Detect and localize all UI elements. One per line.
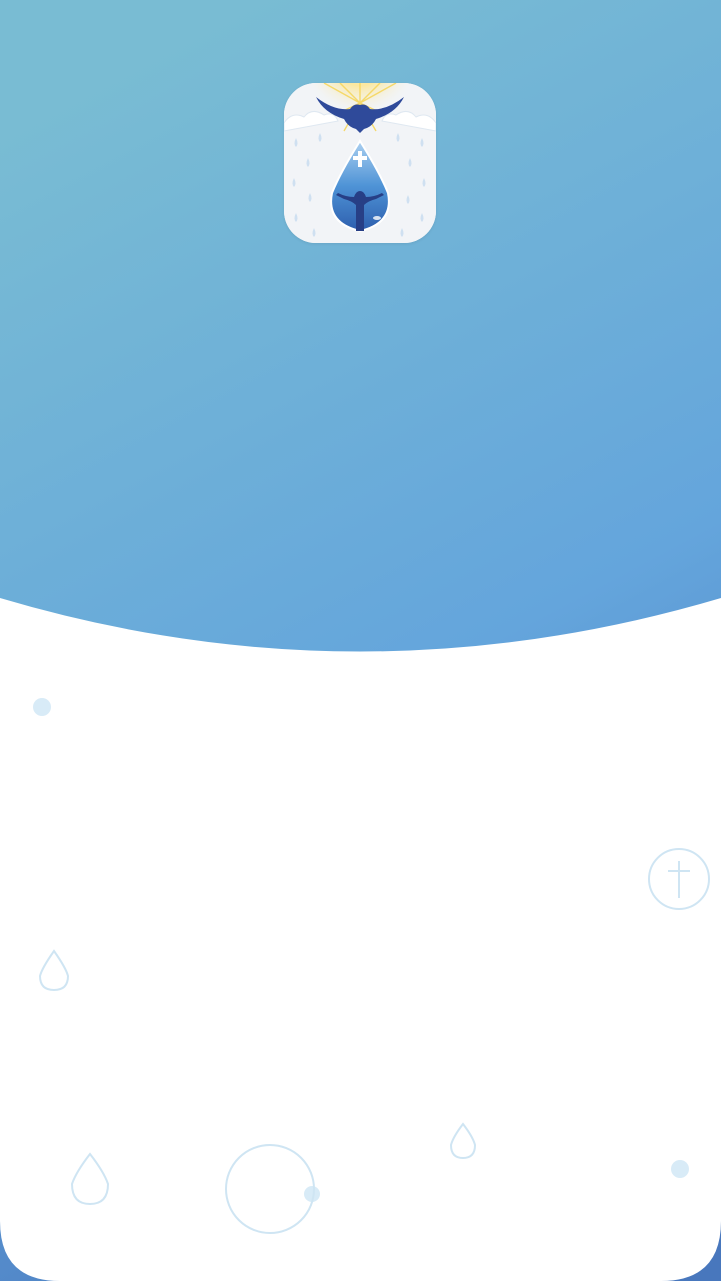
splash-screen xyxy=(0,0,721,1281)
water-drop-outline-icon xyxy=(38,949,70,992)
dot-icon xyxy=(671,1160,689,1178)
circle-outline-icon xyxy=(225,1144,315,1234)
cross-circle-icon xyxy=(648,848,710,910)
decoration-layer xyxy=(33,698,710,1234)
dot-icon xyxy=(33,698,51,716)
water-drop-outline-icon xyxy=(70,1152,110,1206)
water-drop-outline-icon xyxy=(449,1122,477,1160)
